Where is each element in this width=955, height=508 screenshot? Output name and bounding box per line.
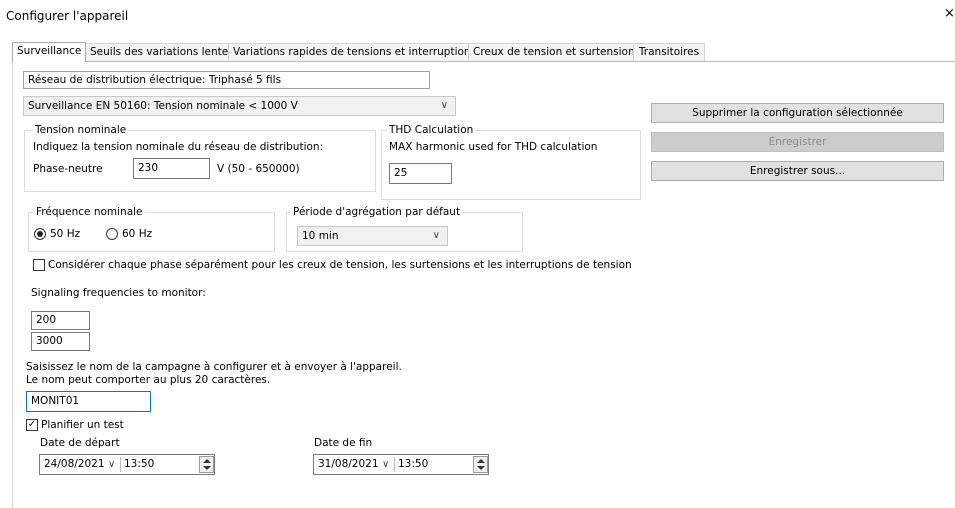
radio-unselected-icon[interactable] (106, 228, 118, 240)
save-as-button[interactable]: Enregistrer sous... (651, 161, 944, 181)
aggregation-combo[interactable]: 10 min ∨ (297, 226, 448, 246)
tab-creux-surtensions[interactable]: Creux de tension et surtensions (468, 43, 634, 61)
aggregation-legend: Période d'agrégation par défaut (291, 206, 463, 219)
schedule-checkbox[interactable]: ✓ (26, 419, 38, 431)
end-time-value[interactable]: 13:50 (398, 455, 428, 474)
thd-input[interactable]: 25 (389, 163, 452, 184)
end-date-value[interactable]: 31/08/2021 (318, 455, 379, 474)
monitoring-mode-value: Surveillance EN 50160: Tension nominale … (28, 100, 298, 112)
tab-surveillance[interactable]: Surveillance (12, 42, 86, 62)
radio-selected-icon[interactable] (34, 228, 46, 240)
signaling-label: Signaling frequencies to monitor: (31, 287, 206, 299)
monitoring-mode-combo[interactable]: Surveillance EN 50160: Tension nominale … (23, 96, 456, 116)
close-icon[interactable]: × (944, 7, 955, 21)
end-time-spinner[interactable] (473, 456, 488, 473)
start-datetime-picker[interactable]: 24/08/2021 ∨ 13:50 (39, 454, 215, 475)
chevron-down-icon[interactable]: ∨ (382, 455, 389, 474)
chevron-down-icon: ∨ (432, 230, 440, 241)
delete-config-button[interactable]: Supprimer la configuration sélectionnée (651, 103, 944, 123)
aggregation-value: 10 min (302, 230, 339, 242)
thd-label: MAX harmonic used for THD calculation (389, 141, 598, 153)
campaign-name-input[interactable]: MONIT01 (26, 391, 151, 412)
end-datetime-picker[interactable]: 31/08/2021 ∨ 13:50 (313, 454, 489, 475)
voltage-range-label: V (50 - 650000) (217, 163, 300, 175)
start-date-value[interactable]: 24/08/2021 (44, 455, 105, 474)
save-button[interactable]: Enregistrer (651, 132, 944, 152)
chevron-down-icon[interactable]: ∨ (108, 455, 115, 474)
freq-50-label[interactable]: 50 Hz (50, 228, 80, 241)
phase-neutral-input[interactable]: 230 (133, 158, 210, 179)
nominal-voltage-legend: Tension nominale (33, 124, 129, 137)
checkmark-icon: ✓ (27, 419, 37, 430)
start-time-value[interactable]: 13:50 (124, 455, 154, 474)
phase-neutral-label: Phase-neutre (33, 163, 103, 175)
per-phase-checkbox[interactable] (33, 259, 45, 271)
signaling-input-1[interactable]: 200 (31, 311, 90, 330)
signaling-input-2[interactable]: 3000 (31, 332, 90, 351)
campaign-instruction-2: Le nom peut comporter au plus 20 caractè… (26, 374, 271, 386)
window-title: Configurer l'appareil (6, 9, 129, 23)
tab-transitoires[interactable]: Transitoires (633, 43, 705, 61)
start-time-spinner[interactable] (199, 456, 214, 473)
frequency-legend: Fréquence nominale (34, 206, 145, 219)
chevron-down-icon: ∨ (440, 100, 448, 111)
separator (394, 457, 395, 472)
network-field[interactable]: Réseau de distribution électrique: Triph… (23, 71, 430, 89)
separator (120, 457, 121, 472)
schedule-label[interactable]: Planifier un test (41, 419, 124, 432)
per-phase-label[interactable]: Considérer chaque phase séparément pour … (48, 259, 632, 272)
nominal-voltage-instruction: Indiquez la tension nominale du réseau d… (33, 141, 324, 153)
tab-variations-rapides[interactable]: Variations rapides de tensions et interr… (228, 43, 469, 61)
campaign-instruction-1: Saisissez le nom de la campagne à config… (26, 361, 402, 373)
tab-seuils-variations-lentes[interactable]: Seuils des variations lentes (85, 43, 229, 61)
tab-panel (12, 61, 955, 508)
end-date-label: Date de fin (314, 437, 373, 449)
freq-60-label[interactable]: 60 Hz (122, 228, 152, 241)
thd-legend: THD Calculation (387, 124, 476, 137)
start-date-label: Date de départ (40, 437, 120, 449)
